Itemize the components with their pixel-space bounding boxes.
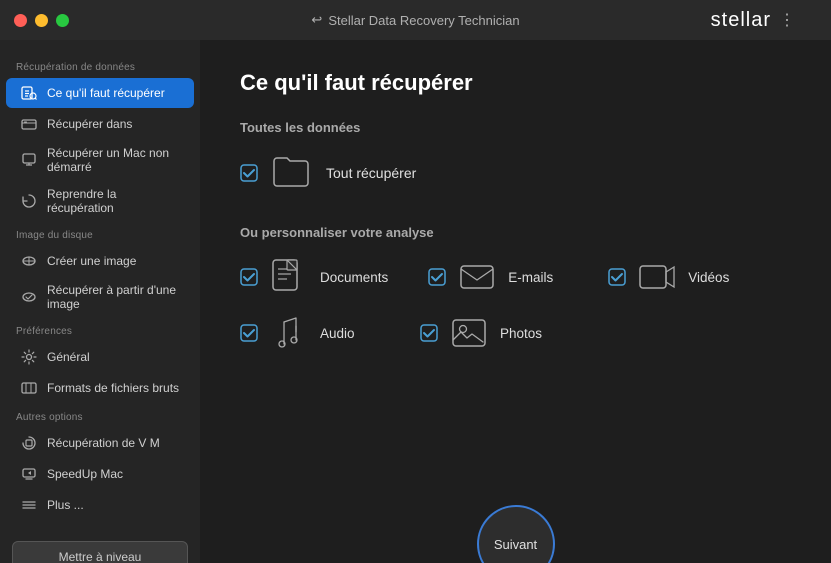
sidebar-section-preferences: Préférences (0, 318, 200, 341)
close-button[interactable] (14, 14, 27, 27)
sidebar-item-vm-recovery[interactable]: Récupération de V M (6, 428, 194, 458)
sidebar-item-more[interactable]: Plus ... (6, 490, 194, 520)
photos-icon (450, 314, 488, 352)
recover-from-image-icon (20, 288, 38, 306)
more-icon (20, 496, 38, 514)
sidebar-item-speedup-mac-label: SpeedUp Mac (47, 467, 123, 481)
minimize-button[interactable] (35, 14, 48, 27)
titlebar: ↩ Stellar Data Recovery Technician stell… (0, 0, 831, 40)
main-layout: Récupération de données Ce qu'il faut ré… (0, 40, 831, 563)
videos-checkbox[interactable] (608, 268, 626, 286)
photos-label: Photos (500, 326, 542, 341)
recover-all-checkbox[interactable] (240, 164, 258, 182)
next-button[interactable]: Suivant (477, 505, 555, 563)
file-type-emails: E-mails (428, 258, 568, 296)
file-types-grid: Documents (240, 258, 791, 352)
brand-name: stellar (711, 9, 771, 32)
photos-checkbox[interactable] (420, 324, 438, 342)
sidebar-item-create-image-label: Créer une image (47, 254, 136, 268)
folder-icon (272, 153, 312, 193)
file-type-videos: Vidéos (608, 258, 748, 296)
upgrade-button[interactable]: Mettre à niveau (12, 541, 188, 563)
documents-label: Documents (320, 270, 388, 285)
speedup-mac-icon (20, 465, 38, 483)
documents-icon (270, 258, 308, 296)
emails-checkbox[interactable] (428, 268, 446, 286)
emails-label: E-mails (508, 270, 553, 285)
sidebar-item-recover-from-image[interactable]: Récupérer à partir d'une image (6, 277, 194, 317)
sidebar-item-speedup-mac[interactable]: SpeedUp Mac (6, 459, 194, 489)
sidebar-item-what-to-recover-label: Ce qu'il faut récupérer (47, 86, 165, 100)
sidebar-item-vm-recovery-label: Récupération de V M (47, 436, 160, 450)
videos-icon (638, 258, 676, 296)
file-type-audio: Audio (240, 314, 380, 352)
titlebar-logo: stellar ⋮ (711, 9, 795, 32)
sidebar-item-recover-to[interactable]: Récupérer dans (6, 109, 194, 139)
sidebar-item-resume-label: Reprendre la récupération (47, 187, 180, 215)
videos-label: Vidéos (688, 270, 729, 285)
audio-icon (270, 314, 308, 352)
all-data-section-label: Toutes les données (240, 120, 791, 135)
page-title: Ce qu'il faut récupérer (240, 70, 791, 96)
traffic-lights (14, 14, 69, 27)
sidebar-item-create-image[interactable]: Créer une image (6, 246, 194, 276)
next-button-area: Suivant (200, 503, 831, 563)
sidebar-item-recover-to-label: Récupérer dans (47, 117, 132, 131)
sidebar-section-other: Autres options (0, 404, 200, 427)
documents-checkbox[interactable] (240, 268, 258, 286)
emails-icon (458, 258, 496, 296)
sidebar-item-recover-from-image-label: Récupérer à partir d'une image (47, 283, 180, 311)
app-title: Stellar Data Recovery Technician (328, 13, 519, 28)
sidebar-item-unstarted-mac[interactable]: Récupérer un Mac non démarré (6, 140, 194, 180)
vm-recovery-icon (20, 434, 38, 452)
menu-icon[interactable]: ⋮ (779, 10, 795, 30)
sidebar-item-unstarted-mac-label: Récupérer un Mac non démarré (47, 146, 180, 174)
customize-section-label: Ou personnaliser votre analyse (240, 225, 791, 240)
sidebar-item-general[interactable]: Général (6, 342, 194, 372)
sidebar-item-raw-formats-label: Formats de fichiers bruts (47, 381, 179, 395)
general-icon (20, 348, 38, 366)
sidebar-item-raw-formats[interactable]: Formats de fichiers bruts (6, 373, 194, 403)
sidebar-section-disk-image: Image du disque (0, 222, 200, 245)
sidebar-item-what-to-recover[interactable]: Ce qu'il faut récupérer (6, 78, 194, 108)
maximize-button[interactable] (56, 14, 69, 27)
file-type-photos: Photos (420, 314, 560, 352)
what-to-recover-icon (20, 84, 38, 102)
titlebar-text: ↩ Stellar Data Recovery Technician (311, 12, 519, 28)
sidebar-section-recovery: Récupération de données (0, 54, 200, 77)
file-types-row-2: Audio (240, 314, 791, 352)
raw-formats-icon (20, 379, 38, 397)
recover-all-label: Tout récupérer (326, 165, 416, 181)
content-area: Ce qu'il faut récupérer Toutes les donné… (200, 40, 831, 503)
recover-all-row: Tout récupérer (240, 149, 791, 197)
audio-checkbox[interactable] (240, 324, 258, 342)
file-types-row-1: Documents (240, 258, 791, 296)
sidebar-item-more-label: Plus ... (47, 498, 84, 512)
sidebar-item-general-label: Général (47, 350, 90, 364)
resume-icon (20, 192, 38, 210)
back-arrow-icon: ↩ (311, 12, 322, 28)
file-type-documents: Documents (240, 258, 388, 296)
recover-to-icon (20, 115, 38, 133)
audio-label: Audio (320, 326, 355, 341)
sidebar-item-resume[interactable]: Reprendre la récupération (6, 181, 194, 221)
unstarted-mac-icon (20, 151, 38, 169)
create-image-icon (20, 252, 38, 270)
sidebar: Récupération de données Ce qu'il faut ré… (0, 40, 200, 563)
